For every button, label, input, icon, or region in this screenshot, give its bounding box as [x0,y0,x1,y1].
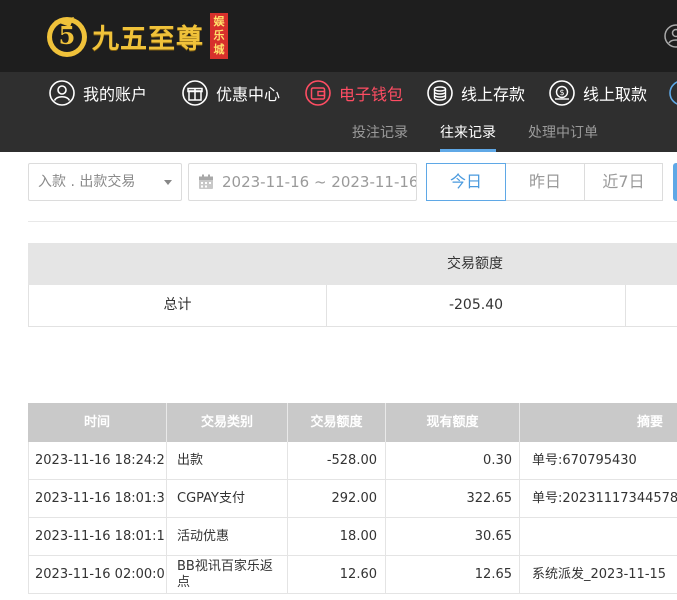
transaction-type-select[interactable]: 入款 . 出款交易 [28,163,182,201]
withdraw-coin-icon: $ [549,80,575,106]
divider [519,518,520,555]
chevron-down-icon [164,180,172,185]
divider [519,556,520,593]
divider [166,442,167,479]
more-nav-icon[interactable] [669,80,677,106]
search-button[interactable] [673,163,677,201]
column-header-amount: 交易额度 [310,415,363,430]
nav-label-online-withdraw: 线上取款 [583,85,648,104]
records-table-header: 时间 交易类别 交易额度 现有额度 摘要 [28,403,677,442]
cell-type: BB视讯百家乐返点 [177,559,273,590]
column-header-type: 交易类别 [200,415,253,430]
cell-amount: 12.60 [339,567,377,582]
sub-nav: 投注记录 往来记录 处理中订单 [0,114,677,152]
summary-header: 交易额度 [28,243,677,285]
column-header-memo: 摘要 [636,415,663,430]
summary-total-value: -205.40 [448,297,504,313]
tab-bet-records[interactable]: 投注记录 [352,114,408,152]
main-nav: 我的账户 优惠中心 电子钱包 线上存款 $ 线上取款 [0,72,677,115]
deposit-coins-icon [427,80,453,106]
table-row: 2023-11-16 18:01:36 CGPAY支付 292.00 322.6… [28,480,677,518]
column-header-time: 时间 [83,415,110,430]
site-logo[interactable]: 5 九五至尊 娱乐城 [44,8,228,64]
cell-memo: 系统派发_2023-11-15 [532,567,667,582]
cell-balance: 322.65 [466,491,513,506]
cell-type: CGPAY支付 [177,491,245,506]
column-header-balance: 现有额度 [426,415,479,430]
transaction-type-value: 入款 . 出款交易 [38,174,136,190]
table-row: 2023-11-16 18:24:24 出款 -528.00 0.30 单号:6… [28,442,677,480]
nav-item-my-account[interactable]: 我的账户 [49,72,147,114]
cell-time: 2023-11-16 18:01:36 [35,491,165,506]
last-7-days-button[interactable]: 近7日 [584,163,663,201]
divider [519,442,520,479]
nav-item-online-deposit[interactable]: 线上存款 [427,72,525,114]
summary-amount-header: 交易额度 [447,256,503,272]
summary-row: 总计 -205.40 [28,285,677,327]
divider [166,480,167,517]
date-range-input[interactable]: 2023-11-16 ~ 2023-11-16 [188,163,417,201]
cell-time: 2023-11-16 18:01:15 [35,529,165,544]
nav-label-e-wallet: 电子钱包 [339,85,404,104]
cell-time: 2023-11-16 02:00:02 [35,567,165,582]
nav-label-online-deposit: 线上存款 [461,85,526,104]
yesterday-button[interactable]: 昨日 [505,163,585,201]
table-row: 2023-11-16 18:01:15 活动优惠 18.00 30.65 [28,518,677,556]
cell-amount: 292.00 [331,491,378,506]
table-row: 2023-11-16 02:00:02 BB视讯百家乐返点 12.60 12.6… [28,556,677,594]
today-button[interactable]: 今日 [426,163,506,201]
divider [625,285,626,326]
divider [166,518,167,555]
nav-label-promotions: 优惠中心 [216,85,281,104]
calendar-icon [199,174,213,189]
nav-item-e-wallet[interactable]: 电子钱包 [305,72,403,114]
nav-label-my-account: 我的账户 [83,85,148,104]
cell-memo [532,518,677,555]
summary-total-label: 总计 [163,297,192,313]
account-avatar-icon[interactable] [664,24,677,52]
divider [519,480,520,517]
logo-text: 九五至尊 [92,23,204,55]
cell-type: 出款 [177,453,204,468]
cell-type: 活动优惠 [177,529,230,544]
cell-time: 2023-11-16 18:24:24 [35,453,165,468]
cell-amount: -528.00 [326,453,377,468]
logo-badge: 娱乐城 [210,13,228,59]
user-icon [49,80,75,106]
top-header: 5 九五至尊 娱乐城 [0,0,677,72]
divider [166,556,167,593]
cell-balance: 12.65 [474,567,512,582]
svg-text:$: $ [559,88,564,97]
tab-transaction-records[interactable]: 往来记录 [440,114,496,152]
cell-memo: 单号:670795430 [532,453,637,468]
logo-five-emblem: 5 [44,13,90,59]
cell-balance: 30.65 [474,529,512,544]
divider [28,221,677,222]
wallet-icon [305,80,331,106]
cell-amount: 18.00 [339,529,377,544]
nav-item-promotions[interactable]: 优惠中心 [182,72,280,114]
cell-balance: 0.30 [483,453,512,468]
cell-memo: 单号:2023111734457858 [532,491,677,506]
gift-icon [182,80,208,106]
nav-item-online-withdraw[interactable]: $ 线上取款 [549,72,647,114]
date-range-value: 2023-11-16 ~ 2023-11-16 [222,173,417,191]
tab-pending-orders[interactable]: 处理中订单 [528,114,598,152]
logo-digit: 5 [58,21,76,50]
